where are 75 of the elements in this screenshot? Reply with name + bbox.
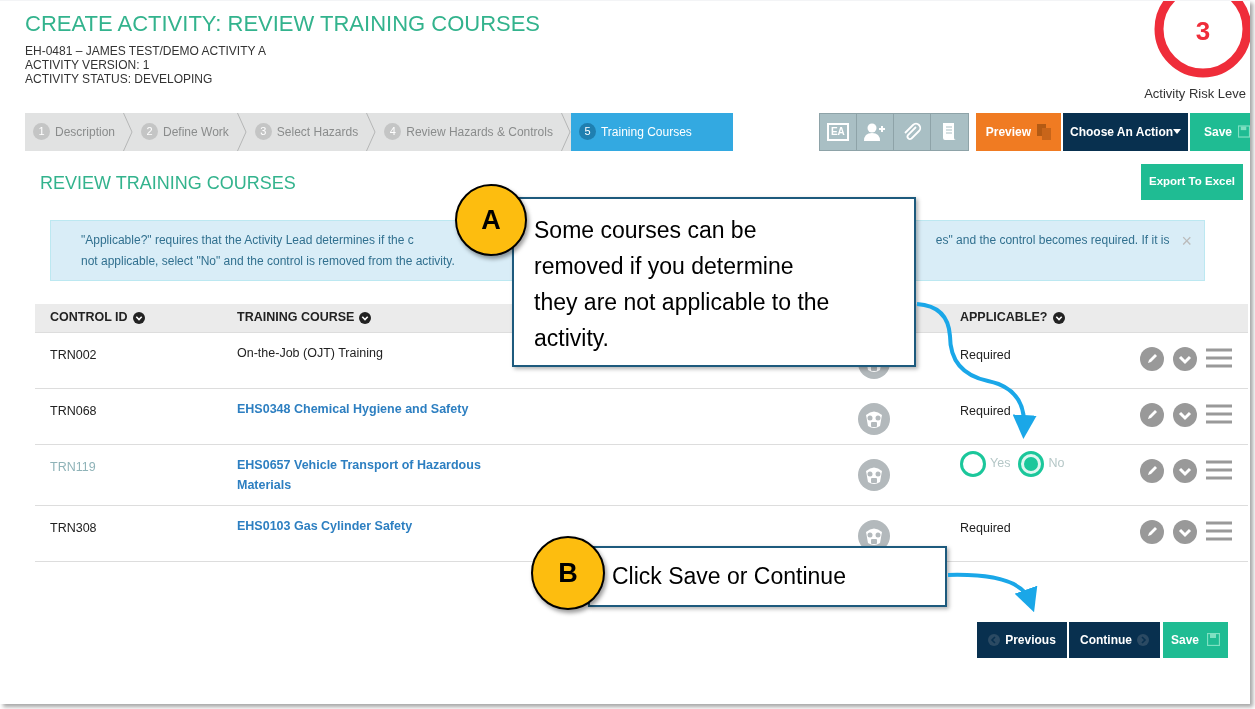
table-cell-text: On-the-Job (OJT) Training <box>237 344 383 362</box>
table-cell: Required <box>960 403 1011 418</box>
course-link[interactable]: EHS0657 Vehicle Transport of Hazardous Materials <box>237 454 502 495</box>
callout-text: they are not applicable to the <box>534 288 830 317</box>
save-button[interactable]: Save <box>1190 112 1250 151</box>
wizard-step[interactable]: 1 Description <box>25 112 124 151</box>
attachment-button[interactable] <box>893 113 931 150</box>
expand-icon[interactable] <box>1173 458 1197 483</box>
radio-label: Yes <box>990 455 1011 473</box>
menu-icon[interactable] <box>1206 519 1232 542</box>
wizard-step[interactable]: 3 Select Hazards <box>246 112 367 151</box>
course-link[interactable]: EHS0103 Gas Cylinder Safety <box>237 515 502 536</box>
table-cell: TRN119 <box>50 459 96 474</box>
choose-action-button[interactable]: Choose An Action <box>1063 112 1188 151</box>
export-button[interactable]: Export To Excel <box>1141 163 1243 200</box>
respirator-icon <box>858 458 890 491</box>
menu-icon[interactable] <box>1206 346 1232 369</box>
expand-icon[interactable] <box>1173 519 1197 544</box>
menu-icon[interactable] <box>1206 402 1232 425</box>
step-divider <box>123 112 134 151</box>
column-header[interactable]: TRAINING COURSE <box>237 308 372 327</box>
caret-icon <box>1173 129 1182 134</box>
radio-label: No <box>1048 455 1065 473</box>
activity-info: EH-0481 – JAMES TEST/DEMO ACTIVITY A <box>25 44 267 58</box>
add-user-icon <box>863 122 886 141</box>
activity-info: ACTIVITY STATUS: DEVELOPING <box>25 72 214 86</box>
notice-text: es" and the control becomes required. If it is <box>935 231 1170 249</box>
step-divider <box>236 112 247 151</box>
course-link[interactable]: EHS0348 Chemical Hygiene and Safety <box>237 398 502 419</box>
callout-text: Some courses can be <box>534 216 757 245</box>
respirator-icon <box>858 402 890 435</box>
table-cell: TRN002 <box>50 347 97 362</box>
copy-icon <box>1037 123 1052 140</box>
edit-icon[interactable] <box>1140 402 1164 427</box>
column-header[interactable]: APPLICABLE? <box>960 308 1065 327</box>
save-button[interactable]: Save <box>1163 621 1228 658</box>
sort-icon <box>132 311 145 324</box>
wizard-step[interactable]: 4 Review Hazards & Controls <box>376 112 561 151</box>
table-cell: TRN068 <box>50 403 97 418</box>
sort-icon <box>1052 311 1065 324</box>
section-title: REVIEW TRAINING COURSES <box>40 172 296 195</box>
sort-icon <box>359 311 372 324</box>
wizard-step[interactable]: 5 Training Courses <box>570 112 733 151</box>
callout-marker: B <box>531 536 605 610</box>
callout-marker: A <box>455 184 527 256</box>
table-cell: Required <box>960 520 1011 535</box>
radio-button[interactable] <box>960 450 986 477</box>
notice-text: not applicable, select "No" and the control is removed from the activity. <box>81 252 455 270</box>
expand-icon[interactable] <box>1173 346 1197 371</box>
floppy-icon <box>1238 125 1250 138</box>
wizard-step[interactable]: 2 Define Work <box>133 112 237 151</box>
floppy-icon <box>1207 633 1220 646</box>
table-cell: TRN308 <box>50 520 97 535</box>
expand-icon[interactable] <box>1173 402 1197 427</box>
page-title: CREATE ACTIVITY: REVIEW TRAINING COURSES <box>25 10 541 38</box>
table-cell: Required <box>960 347 1011 362</box>
callout-text: removed if you determine <box>534 252 794 281</box>
step-divider <box>560 112 571 151</box>
step-divider <box>366 112 377 151</box>
edit-icon[interactable] <box>1140 346 1164 371</box>
notice-text: "Applicable?" requires that the Activity Lead determines if the c <box>81 231 415 249</box>
radio-button[interactable] <box>1018 450 1045 477</box>
callout-text: Click Save or Continue <box>612 562 846 591</box>
callout-text: activity. <box>534 324 609 353</box>
menu-icon[interactable] <box>1206 458 1232 481</box>
add-user-button[interactable] <box>856 113 894 150</box>
risk-level-label: Activity Risk Leve <box>1144 85 1246 103</box>
activity-info: ACTIVITY VERSION: 1 <box>25 58 151 72</box>
edit-icon[interactable] <box>1140 458 1164 483</box>
edit-icon[interactable] <box>1140 519 1164 544</box>
preview-button[interactable]: Preview <box>975 112 1062 151</box>
log-button[interactable] <box>930 113 968 150</box>
column-header[interactable]: CONTROL ID <box>50 308 145 327</box>
previous-button[interactable]: Previous <box>977 621 1067 658</box>
continue-button[interactable]: Continue <box>1069 621 1160 658</box>
